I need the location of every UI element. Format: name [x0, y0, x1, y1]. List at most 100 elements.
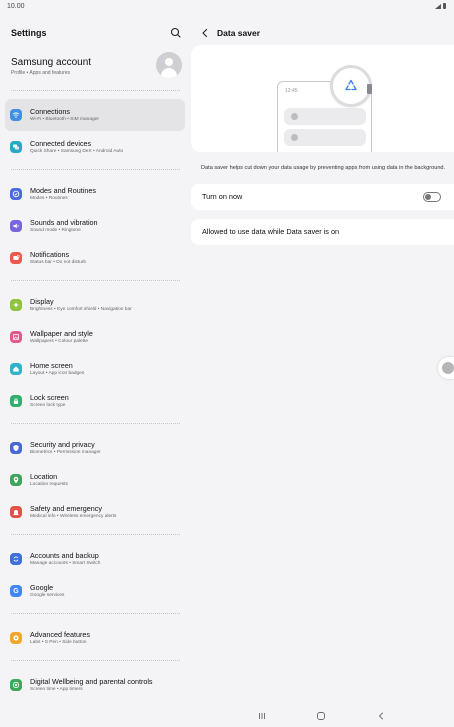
- menu-label: Notifications: [30, 250, 70, 259]
- menu-item-location[interactable]: Location Location requests: [5, 464, 185, 496]
- page-title: Data saver: [217, 28, 261, 38]
- menu-item-google[interactable]: G Google Google services: [5, 575, 185, 607]
- menu-item-connected-devices[interactable]: Connected devices Quick Share • Samsung …: [5, 131, 185, 163]
- advanced-icon: [10, 632, 22, 644]
- menu-label: Connected devices: [30, 139, 92, 148]
- menu-item-sounds-and-vibration[interactable]: Sounds and vibration Sound mode • Ringto…: [5, 210, 185, 242]
- edge-panel-handle[interactable]: [438, 357, 454, 379]
- menu-item-accounts-and-backup[interactable]: Accounts and backup Manage accounts • Sm…: [5, 543, 185, 575]
- back-icon[interactable]: [199, 27, 211, 39]
- divider: [11, 660, 180, 661]
- emergency-icon: [10, 506, 22, 518]
- menu-item-advanced-features[interactable]: Advanced features Labs • S Pen • Side bu…: [5, 622, 185, 654]
- turn-on-now-label: Turn on now: [202, 192, 243, 201]
- menu-sub: Labs • S Pen • Side button: [30, 640, 87, 645]
- wellbeing-icon: [10, 679, 22, 691]
- menu-label: Digital Wellbeing and parental controls: [30, 677, 153, 686]
- divider: [11, 169, 180, 170]
- battery-icon: [443, 3, 446, 9]
- menu-sub: Wi-Fi • Bluetooth • SIM manager: [30, 117, 99, 122]
- lock-icon: [10, 395, 22, 407]
- back-nav-icon[interactable]: [374, 711, 388, 721]
- menu-sub: Manage accounts • Smart Switch: [30, 561, 101, 566]
- shield-icon: [10, 442, 22, 454]
- notification-placeholder: [284, 129, 366, 146]
- divider: [11, 534, 180, 535]
- data-saver-description: Data saver helps cut down your data usag…: [201, 165, 446, 171]
- status-bar: 10.00: [0, 0, 454, 14]
- illustration-time: 12:45: [285, 88, 298, 94]
- menu-item-connections[interactable]: Connections Wi-Fi • Bluetooth • SIM mana…: [5, 99, 185, 131]
- menu-label: Lock screen: [30, 393, 69, 402]
- settings-pane: Settings Samsung account Profile • Apps …: [0, 14, 190, 704]
- divider: [11, 423, 180, 424]
- menu-item-wallpaper-and-style[interactable]: Wallpaper and style Wallpapers • Colour …: [5, 321, 185, 353]
- turn-on-now-row[interactable]: Turn on now: [191, 184, 454, 210]
- account-name: Samsung account: [11, 57, 92, 68]
- menu-label: Advanced features: [30, 630, 90, 639]
- wallpaper-icon: [10, 331, 22, 343]
- menu-item-display[interactable]: Display Brightness • Eye comfort shield …: [5, 289, 185, 321]
- divider: [11, 90, 180, 91]
- menu-sub: Medical info • Wireless emergency alerts: [30, 514, 117, 519]
- menu-item-security-and-privacy[interactable]: Security and privacy Biometrics • Permis…: [5, 432, 185, 464]
- connected-devices-icon: [10, 141, 22, 153]
- menu-sub: Biometrics • Permission manager: [30, 450, 101, 455]
- menu-sub: Google services: [30, 593, 65, 598]
- menu-item-modes-and-routines[interactable]: Modes and Routines Modes • Routines: [5, 178, 185, 210]
- allowed-data-label: Allowed to use data while Data saver is …: [202, 227, 340, 236]
- menu-item-safety-and-emergency[interactable]: Safety and emergency Medical info • Wire…: [5, 496, 185, 528]
- home-icon: [10, 363, 22, 375]
- menu-item-notifications[interactable]: Notifications Status bar • Do not distur…: [5, 242, 185, 274]
- menu-item-lock-screen[interactable]: Lock screen Screen lock type: [5, 385, 185, 417]
- menu-item-digital-wellbeing[interactable]: Digital Wellbeing and parental controls …: [5, 669, 185, 701]
- menu-label: Connections: [30, 107, 70, 116]
- data-saver-illustration: 12:45: [191, 45, 454, 152]
- menu-sub: Screen lock type: [30, 403, 66, 408]
- signal-icon: [435, 3, 441, 9]
- battery-icon: [367, 84, 372, 94]
- status-icons: [435, 3, 446, 9]
- menu-sub: Location requests: [30, 482, 68, 487]
- allowed-data-row[interactable]: Allowed to use data while Data saver is …: [191, 219, 454, 245]
- menu-sub: Screen time • App timers: [30, 687, 83, 692]
- menu-sub: Brightness • Eye comfort shield • Naviga…: [30, 307, 132, 312]
- menu-label: Sounds and vibration: [30, 218, 98, 227]
- recent-apps-icon[interactable]: [255, 711, 269, 721]
- menu-label: Accounts and backup: [30, 551, 99, 560]
- divider: [11, 613, 180, 614]
- modes-icon: [10, 188, 22, 200]
- menu-label: Wallpaper and style: [30, 329, 93, 338]
- display-icon: [10, 299, 22, 311]
- menu-label: Modes and Routines: [30, 186, 96, 195]
- location-icon: [10, 474, 22, 486]
- menu-item-home-screen[interactable]: Home screen Layout • App icon badges: [5, 353, 185, 385]
- menu-sub: Layout • App icon badges: [30, 371, 85, 376]
- notification-placeholder: [284, 108, 366, 125]
- avatar[interactable]: [156, 52, 182, 78]
- menu-sub: Quick Share • Samsung DeX • Android Auto: [30, 149, 124, 154]
- sync-icon: [10, 553, 22, 565]
- menu-label: Location: [30, 472, 58, 481]
- home-button-icon[interactable]: [314, 711, 328, 721]
- menu-sub: Status bar • Do not disturb: [30, 260, 87, 265]
- menu-sub: Wallpapers • Colour palette: [30, 339, 89, 344]
- menu-sub: Sound mode • Ringtone: [30, 228, 81, 233]
- data-saver-icon: [330, 65, 372, 107]
- menu-label: Google: [30, 583, 54, 592]
- wifi-icon: [10, 109, 22, 121]
- sound-icon: [10, 220, 22, 232]
- search-icon[interactable]: [169, 26, 183, 40]
- menu-label: Home screen: [30, 361, 73, 370]
- google-icon: G: [10, 585, 22, 597]
- navigation-bar: [0, 704, 454, 727]
- status-time: 10.00: [7, 3, 25, 10]
- menu-label: Security and privacy: [30, 440, 95, 449]
- samsung-account[interactable]: Samsung account Profile • Apps and featu…: [11, 57, 91, 76]
- menu-label: Display: [30, 297, 54, 306]
- data-saver-toggle[interactable]: [423, 192, 441, 202]
- divider: [11, 280, 180, 281]
- menu-sub: Modes • Routines: [30, 196, 68, 201]
- account-subtitle: Profile • Apps and features: [11, 70, 71, 76]
- notification-icon: [10, 252, 22, 264]
